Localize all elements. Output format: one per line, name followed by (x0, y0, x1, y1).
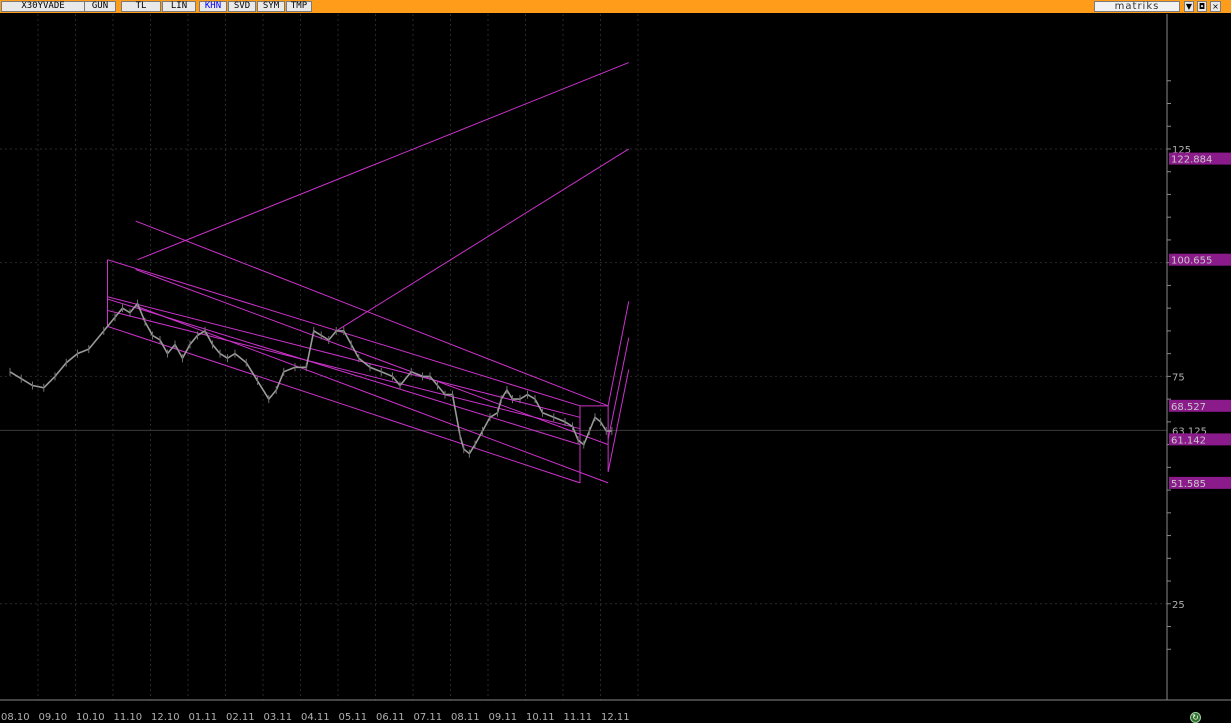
y-tick-label: 25 (1172, 600, 1185, 611)
x-tick-label: 01.11 (189, 712, 218, 723)
x-tick-label: 03.11 (264, 712, 293, 723)
x-tick-label: 11.11 (564, 712, 593, 723)
channel-mid-line (107, 296, 581, 418)
x-tick-label: 10.11 (526, 712, 555, 723)
x-tick-label: 08.10 (1, 712, 30, 723)
projection-line (137, 62, 629, 261)
x-tick-label: 12.10 (151, 712, 180, 723)
price-label: 122.884 (1171, 155, 1212, 166)
refresh-icon[interactable]: ↻ (1190, 712, 1201, 723)
x-tick-label: 11.10 (114, 712, 143, 723)
y-axis: 125752563.125122.884100.65568.52761.1425… (1166, 14, 1231, 700)
x-axis: 08.10 09.10 10.10 11.10 12.10 01.11 02.11 03.11… (0, 699, 1231, 723)
price-label: 61.142 (1171, 435, 1206, 446)
y-tick-label: 75 (1172, 372, 1185, 383)
x-tick-label: 08.11 (451, 712, 480, 723)
price-label: 51.585 (1171, 479, 1206, 490)
price-chart[interactable]: 125752563.125122.884100.65568.52761.1425… (0, 0, 1231, 723)
price-label: 100.655 (1171, 256, 1212, 267)
price-label: 68.527 (1171, 402, 1206, 413)
x-tick-label: 04.11 (301, 712, 330, 723)
x-tick-label: 05.11 (339, 712, 368, 723)
x-tick-label: 09.11 (489, 712, 518, 723)
x-tick-label: 12.11 (601, 712, 630, 723)
x-tick-label: 09.10 (39, 712, 68, 723)
andrews-channel (107, 62, 630, 484)
chart-grid (0, 14, 1167, 700)
projection-line (335, 148, 630, 332)
price-series (9, 299, 613, 458)
price-line (9, 302, 612, 455)
projection-line (607, 369, 630, 472)
channel-offset-line (135, 220, 609, 407)
x-tick-label: 06.11 (376, 712, 405, 723)
x-tick-label: 07.11 (414, 712, 443, 723)
x-tick-label: 02.11 (226, 712, 255, 723)
channel-line (107, 298, 581, 446)
x-tick-label: 10.10 (76, 712, 105, 723)
